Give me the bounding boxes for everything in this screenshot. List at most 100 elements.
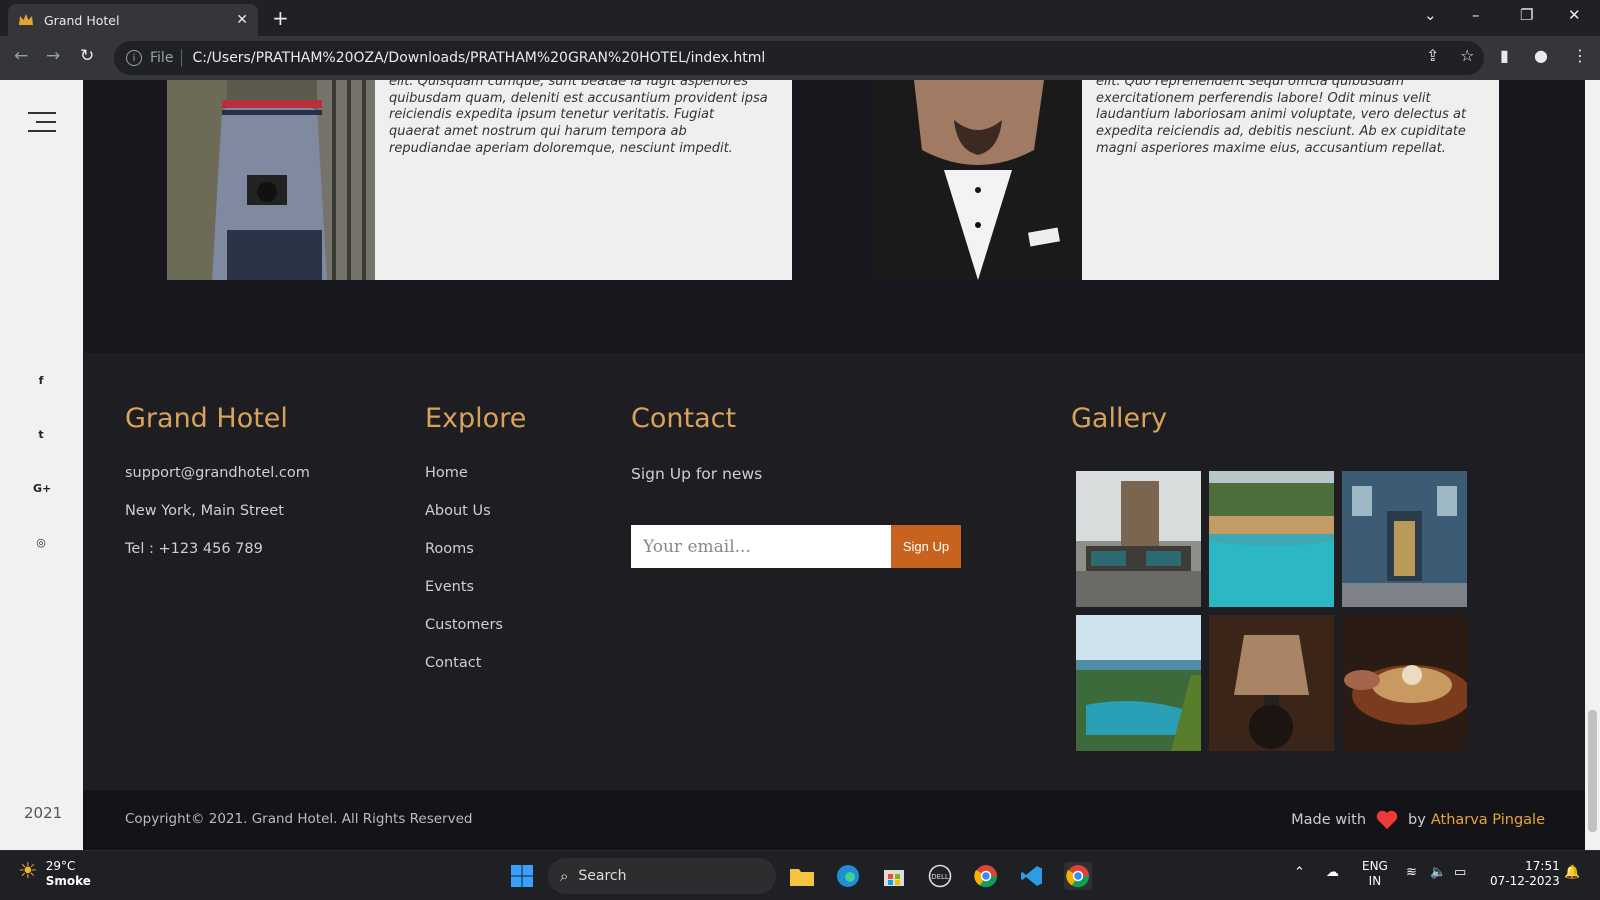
footer-link-customers[interactable]: Customers — [425, 617, 503, 633]
svg-text:DELL: DELL — [931, 873, 949, 881]
gallery-image-pool[interactable] — [1209, 471, 1334, 607]
made-with-text: Made with — [1291, 812, 1367, 828]
scrollbar-thumb[interactable] — [1588, 710, 1597, 832]
lang-in: IN — [1368, 874, 1382, 888]
by-text: by — [1408, 812, 1426, 828]
tab-search-chevron-icon[interactable]: ⌄ — [1424, 6, 1437, 24]
close-window-icon[interactable]: ✕ — [1568, 6, 1581, 24]
team-photo-photographer — [167, 80, 375, 280]
dell-icon[interactable]: DELL — [926, 862, 954, 890]
page-scrollbar[interactable] — [1585, 80, 1600, 850]
footer-email[interactable]: support@grandhotel.com — [125, 465, 310, 481]
footer-explore-title: Explore — [425, 403, 527, 434]
team-card: elit. Quo reprehenderit sequi officia qu… — [874, 80, 1499, 280]
page-viewport: f t G+ ◎ 2021 elit. Quisquam cumque, sun… — [0, 80, 1600, 850]
file-label: File — [150, 50, 174, 66]
windows-taskbar: ☀ 29°C Smoke ⌕ Search DELL ⌃ ☁ ENG IN ≋ … — [0, 850, 1600, 900]
onedrive-icon[interactable]: ☁ — [1326, 865, 1339, 880]
sidebar: f t G+ ◎ 2021 — [0, 80, 83, 850]
browser-tab[interactable]: Grand Hotel ✕ — [8, 4, 258, 36]
volume-icon[interactable]: 🔈 — [1430, 865, 1446, 880]
address-separator — [181, 49, 183, 67]
wifi-icon[interactable]: ≋ — [1406, 865, 1417, 880]
minimize-icon[interactable]: – — [1472, 6, 1480, 24]
lang-eng: ENG — [1362, 859, 1388, 873]
hamburger-menu-icon[interactable] — [28, 112, 56, 139]
author-link[interactable]: Atharva Pingale — [1431, 812, 1545, 828]
newsletter-subtitle: Sign Up for news — [631, 465, 763, 483]
file-explorer-icon[interactable] — [788, 862, 816, 890]
battery-icon[interactable]: ▭ — [1454, 865, 1466, 880]
footer-link-contact[interactable]: Contact — [425, 655, 481, 671]
newsletter-signup-button[interactable]: Sign Up — [891, 525, 961, 568]
address-bar[interactable]: i File C:/Users/PRATHAM%20OZA/Downloads/… — [114, 41, 1484, 75]
browser-tab-strip: Grand Hotel ✕ + ⌄ – ❐ ✕ — [0, 0, 1600, 36]
made-with: Made with by Atharva Pingale — [1291, 810, 1545, 830]
clock-date: 07-12-2023 — [1490, 874, 1560, 888]
info-icon[interactable]: i — [126, 50, 142, 66]
footer-contact-title: Contact — [631, 403, 737, 434]
restore-icon[interactable]: ❐ — [1520, 6, 1533, 24]
google-plus-icon[interactable]: G+ — [33, 482, 51, 495]
clock[interactable]: 17:51 07-12-2023 — [1490, 859, 1560, 889]
footer-link-home[interactable]: Home — [425, 465, 468, 481]
main-content: elit. Quisquam cumque, sunt beatae la fu… — [83, 80, 1585, 850]
footer-gallery-title: Gallery — [1071, 403, 1168, 434]
instagram-icon[interactable]: ◎ — [33, 536, 49, 549]
crown-favicon-icon — [18, 12, 34, 28]
footer-link-events[interactable]: Events — [425, 579, 474, 595]
back-icon[interactable]: ← — [14, 46, 28, 66]
copyright-text: Copyright© 2021. Grand Hotel. All Rights… — [125, 811, 473, 827]
weather-temp: 29°C — [45, 859, 76, 873]
gallery-image-building[interactable] — [1342, 471, 1467, 607]
team-photo-suit — [874, 80, 1082, 280]
sidebar-year: 2021 — [24, 804, 63, 822]
reload-icon[interactable]: ↻ — [80, 46, 94, 66]
search-icon: ⌕ — [560, 867, 569, 885]
vscode-icon[interactable] — [1018, 862, 1046, 890]
team-bio-text: elit. Quisquam cumque, sunt beatae la fu… — [389, 80, 768, 156]
weather-sun-icon: ☀ — [18, 859, 38, 884]
bookmark-star-icon[interactable]: ☆ — [1460, 46, 1474, 65]
menu-kebab-icon[interactable]: ⋮ — [1572, 46, 1588, 65]
gallery-image-food[interactable] — [1342, 615, 1472, 751]
team-card: elit. Quisquam cumque, sunt beatae la fu… — [167, 80, 792, 280]
twitter-icon[interactable]: t — [33, 428, 49, 441]
language-indicator[interactable]: ENG IN — [1362, 859, 1388, 889]
weather-widget[interactable]: ☀ 29°C Smoke — [18, 859, 91, 889]
forward-icon[interactable]: → — [46, 46, 60, 66]
close-tab-icon[interactable]: ✕ — [236, 12, 248, 28]
footer-bottom-bar: Copyright© 2021. Grand Hotel. All Rights… — [83, 790, 1585, 850]
tray-chevron-icon[interactable]: ⌃ — [1294, 865, 1305, 880]
gallery-image-resort[interactable] — [1076, 615, 1201, 751]
tab-title: Grand Hotel — [44, 12, 120, 28]
browser-toolbar: ← → ↻ i File C:/Users/PRATHAM%20OZA/Down… — [0, 36, 1600, 80]
side-panel-icon[interactable]: ▮ — [1500, 46, 1509, 65]
profile-icon[interactable]: ● — [1534, 46, 1548, 65]
gallery-image-lamp[interactable] — [1209, 615, 1334, 751]
footer-link-rooms[interactable]: Rooms — [425, 541, 474, 557]
taskbar-search-label: Search — [578, 868, 627, 884]
notification-bell-icon[interactable]: 🔔 — [1564, 865, 1580, 880]
weather-condition: Smoke — [45, 874, 91, 888]
gallery-image-lounge[interactable] — [1076, 471, 1201, 607]
microsoft-store-icon[interactable] — [880, 862, 908, 890]
share-icon[interactable]: ⇪ — [1426, 46, 1439, 65]
chrome-profile-icon[interactable] — [972, 862, 1000, 890]
footer-address: New York, Main Street — [125, 503, 284, 519]
footer-tel: Tel : +123 456 789 — [125, 541, 263, 557]
footer: Grand Hotel support@grandhotel.com New Y… — [83, 353, 1585, 790]
footer-link-about[interactable]: About Us — [425, 503, 491, 519]
new-tab-icon[interactable]: + — [272, 6, 289, 30]
taskbar-search[interactable]: ⌕ Search — [548, 858, 776, 894]
edge-icon[interactable] — [834, 862, 862, 890]
footer-brand-title: Grand Hotel — [125, 403, 288, 434]
chrome-icon[interactable] — [1064, 862, 1092, 890]
newsletter-email-input[interactable] — [631, 525, 891, 568]
team-bio-text: elit. Quo reprehenderit sequi officia qu… — [1096, 80, 1467, 156]
url-text[interactable]: C:/Users/PRATHAM%20OZA/Downloads/PRATHAM… — [192, 50, 765, 66]
facebook-icon[interactable]: f — [33, 374, 49, 387]
windows-start-icon[interactable] — [508, 862, 536, 890]
heart-icon — [1376, 810, 1398, 830]
clock-time: 17:51 — [1525, 859, 1560, 873]
